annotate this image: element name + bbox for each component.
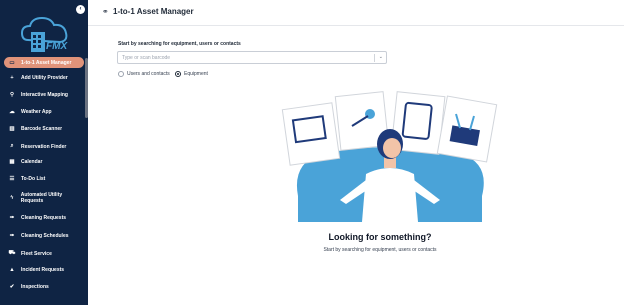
fmx-logo-icon: FMX <box>20 16 68 52</box>
barcode-icon: ▥ <box>9 126 15 132</box>
check-icon: ✔ <box>9 284 15 290</box>
sidebar-scrollbar-thumb[interactable] <box>85 58 88 118</box>
sidebar-item-label: Cleaning Schedules <box>21 233 69 239</box>
page-header: ⚭ 1-to-1 Asset Manager <box>88 0 624 26</box>
calendar-icon: ▦ <box>9 159 15 165</box>
radio-button-unchecked[interactable] <box>118 71 124 77</box>
sidebar-item-label: Reservation Finder <box>21 143 67 150</box>
sidebar-item-interactive-mapping[interactable]: ⚲ Interactive Mapping <box>4 92 84 98</box>
sidebar-item-to-do-list[interactable]: ☰ To-Do List <box>4 176 84 182</box>
search-illustration <box>281 91 498 222</box>
sidebar-scrollbar-track[interactable] <box>85 0 88 305</box>
sidebar-item-label: Automated Utility Requests <box>20 192 63 204</box>
radio-button-checked[interactable] <box>175 71 181 77</box>
link-icon: ⚭ <box>102 7 109 16</box>
spray-icon: ✑ <box>9 215 15 221</box>
car-icon: ⛟ <box>8 250 16 256</box>
sidebar-item-weather-app[interactable]: ☁ Weather App <box>4 109 84 115</box>
empty-state-subtitle: Start by searching for equipment, users … <box>323 247 437 253</box>
bolt-icon: ϟ <box>10 195 14 201</box>
radio-label: Users and contacts <box>127 71 170 77</box>
sidebar-item-barcode-scanner[interactable]: ▥ Barcode Scanner <box>4 126 84 132</box>
sidebar-item-inspections[interactable]: ✔ Inspections <box>4 284 84 290</box>
list-icon: ☰ <box>9 176 15 182</box>
fmx-logo: FMX <box>20 14 70 56</box>
radio-users-and-contacts[interactable]: Users and contacts <box>118 71 170 77</box>
sidebar-item-automated-utility-requests[interactable]: ϟ Automated Utility Requests <box>4 192 84 204</box>
cloud-icon: ☁ <box>9 109 15 115</box>
barcode-search-input[interactable]: Type or scan barcode ⌄ <box>117 51 387 64</box>
search-label: Start by searching for equipment, users … <box>118 41 241 47</box>
sidebar-item-fleet-service[interactable]: ⛟ Fleet Service <box>4 250 84 257</box>
sidebar-item-label: Fleet Service <box>21 250 52 257</box>
search-divider <box>374 54 375 62</box>
radio-equipment[interactable]: Equipment <box>175 71 208 77</box>
warning-icon: ▲ <box>9 267 15 273</box>
sidebar-item-label: 1-to-1 Asset Manager <box>21 59 72 66</box>
sidebar-item-label: Incident Requests <box>21 267 65 273</box>
sidebar-item-cleaning-schedules[interactable]: ✑ Cleaning Schedules <box>4 233 84 239</box>
map-pin-icon: ⚲ <box>9 92 15 98</box>
logo-text: FMX <box>46 41 68 52</box>
sidebar-item-label: Barcode Scanner <box>21 126 63 132</box>
plus-icon: + <box>10 75 14 81</box>
sidebar-item-reservation-finder[interactable]: ⌕ Reservation Finder <box>4 143 84 150</box>
sidebar-item-1-to-1-asset-manager[interactable]: ▭ 1-to-1 Asset Manager <box>4 57 84 68</box>
chevron-down-icon[interactable]: ⌄ <box>379 54 383 60</box>
search-placeholder: Type or scan barcode <box>122 55 171 61</box>
sidebar-item-label: Add Utility Provider <box>21 75 68 81</box>
monitor-icon: ▭ <box>9 59 15 66</box>
sidebar-item-cleaning-requests[interactable]: ✑ Cleaning Requests <box>4 215 84 221</box>
collapse-sidebar-button[interactable]: ‹ <box>76 5 85 14</box>
sidebar-item-label: Cleaning Requests <box>21 215 67 221</box>
sidebar-item-add-utility-provider[interactable]: + Add Utility Provider <box>4 75 84 81</box>
sidebar-item-label: Calendar <box>21 159 43 165</box>
spray-icon: ✑ <box>9 233 15 239</box>
sidebar-item-label: Inspections <box>21 284 49 290</box>
sidebar-item-label: To-Do List <box>21 176 46 182</box>
page-title: 1-to-1 Asset Manager <box>113 7 194 16</box>
empty-state-title: Looking for something? <box>328 232 432 242</box>
sidebar-item-incident-requests[interactable]: ▲ Incident Requests <box>4 267 84 273</box>
sidebar-item-label: Interactive Mapping <box>21 92 68 98</box>
sidebar-item-label: Weather App <box>21 109 52 115</box>
sidebar-item-calendar[interactable]: ▦ Calendar <box>4 159 84 165</box>
radio-label: Equipment <box>184 71 208 77</box>
card-toolbox-icon <box>436 95 498 163</box>
search-icon: ⌕ <box>10 143 14 149</box>
card-monitor-icon <box>281 102 341 166</box>
